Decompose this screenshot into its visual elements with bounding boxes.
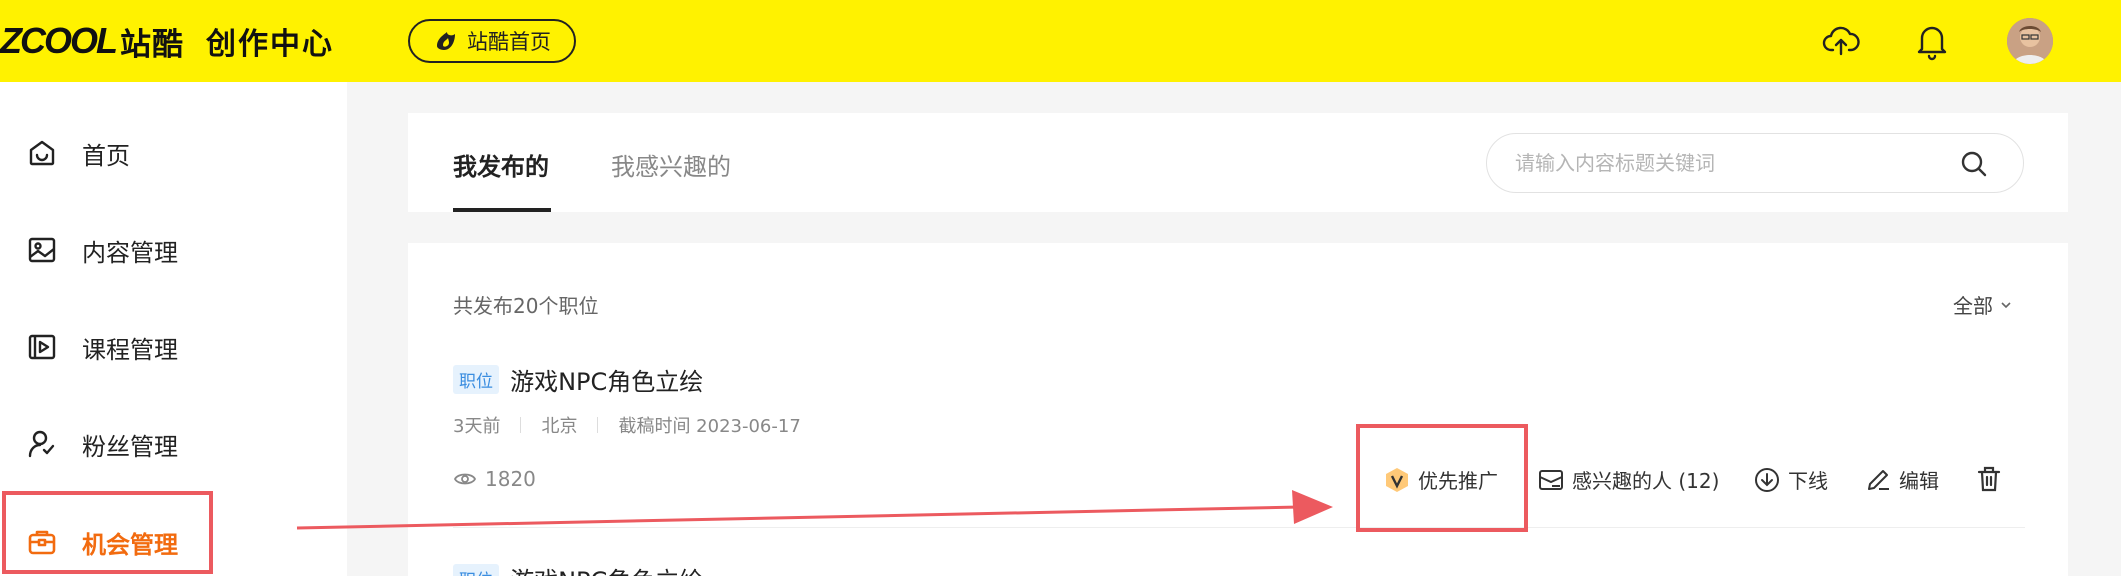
eye-icon (453, 473, 477, 485)
filter-dropdown[interactable]: 全部 (1953, 290, 2013, 319)
download-circle-icon (1755, 467, 1779, 492)
annotation-highlight-box (2, 491, 213, 574)
flame-logo-icon (437, 32, 455, 50)
row-divider (453, 527, 2025, 528)
delete-button[interactable] (1976, 465, 2002, 493)
home-button-label: 站酷首页 (467, 30, 551, 54)
sidebar-item-label: 首页 (82, 141, 130, 170)
tab-my-posts[interactable]: 我发布的 (453, 147, 549, 182)
pencil-icon (1868, 469, 1889, 490)
job-title[interactable]: 游戏NPC角色立绘 (510, 368, 703, 396)
offline-label: 下线 (1788, 469, 1828, 493)
sidebar-item-label: 内容管理 (82, 238, 178, 267)
sidebar-item-home[interactable]: 首页 (0, 117, 347, 189)
search-input[interactable] (1515, 134, 1955, 192)
filter-label: 全部 (1953, 294, 1993, 318)
meta-divider (520, 417, 522, 433)
active-tab-indicator (453, 208, 551, 212)
total-count: 共发布20个职位 (453, 294, 599, 318)
job-time: 3天前 (453, 416, 501, 437)
job-city: 北京 (541, 416, 578, 437)
logo-text-en: ZCOOL (0, 20, 118, 61)
search-box (1486, 133, 2024, 193)
top-header: ZCOOL 站酷 创作中心 站酷首页 (0, 0, 2121, 82)
chevron-down-icon (2001, 301, 2011, 308)
edit-label: 编辑 (1899, 469, 1939, 493)
upload-cloud-icon[interactable] (1820, 20, 1862, 62)
fans-icon (28, 430, 55, 458)
job-title-row: 职位 游戏NPC角色立绘 (453, 561, 703, 576)
sidebar-item-fans[interactable]: 粉丝管理 (0, 408, 347, 480)
bell-icon[interactable] (1911, 20, 1953, 62)
interested-label: 感兴趣的人 (12) (1572, 469, 1720, 493)
job-views: 1820 (453, 467, 536, 491)
tab-interested[interactable]: 我感兴趣的 (611, 147, 731, 182)
sidebar-item-content[interactable]: 内容管理 (0, 214, 347, 286)
job-tag: 职位 (453, 564, 499, 576)
user-avatar[interactable] (2007, 18, 2053, 64)
job-title[interactable]: 游戏NPC角色立绘 (510, 567, 703, 576)
annotation-highlight-box (1356, 424, 1528, 532)
page-title: 创作中心 (205, 27, 334, 62)
job-title-row: 职位 游戏NPC角色立绘 (453, 362, 703, 397)
image-icon (28, 237, 56, 263)
zcool-home-button[interactable]: 站酷首页 (408, 19, 576, 63)
job-deadline: 截稿时间 2023-06-17 (618, 416, 801, 437)
sidebar-item-label: 粉丝管理 (82, 432, 178, 461)
offline-button[interactable]: 下线 (1754, 465, 1828, 494)
job-tag: 职位 (453, 365, 499, 394)
interested-mail-icon (1539, 469, 1563, 490)
tabs-card: 我发布的 我感兴趣的 (408, 113, 2068, 212)
edit-button[interactable]: 编辑 (1865, 465, 1939, 494)
home-icon (29, 140, 55, 166)
interested-people-button[interactable]: 感兴趣的人 (12) (1538, 465, 1719, 494)
search-icon[interactable] (1959, 149, 1989, 179)
trash-icon (1977, 466, 2001, 492)
sidebar-item-courses[interactable]: 课程管理 (0, 311, 347, 383)
meta-divider (597, 417, 599, 433)
logo-text-cn: 站酷 (119, 26, 184, 63)
sidebar-item-label: 课程管理 (82, 335, 178, 364)
job-list-card: 共发布20个职位 全部 职位 游戏NPC角色立绘 3天前 北京 截稿时间 202… (408, 243, 2068, 576)
job-meta: 3天前 北京 截稿时间 2023-06-17 (453, 412, 801, 438)
zcool-logo[interactable]: ZCOOL 站酷 创作中心 (0, 20, 334, 63)
video-course-icon (28, 334, 56, 360)
view-count: 1820 (485, 467, 536, 491)
